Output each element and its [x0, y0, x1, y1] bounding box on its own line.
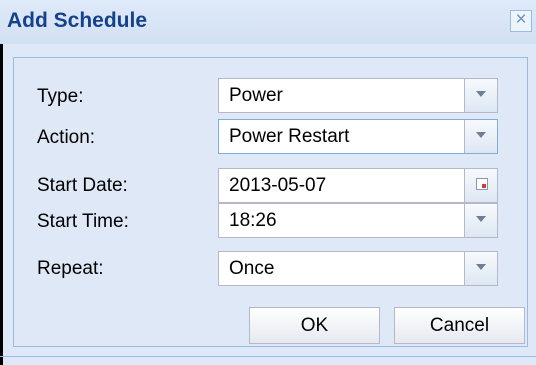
action-dropdown-trigger[interactable]	[464, 120, 497, 153]
add-schedule-dialog: Add Schedule × Type: Power Action: Power…	[0, 0, 536, 365]
action-label: Action:	[37, 127, 96, 148]
dialog-title: Add Schedule	[7, 9, 148, 32]
type-value: Power	[229, 85, 283, 106]
ok-button[interactable]: OK	[249, 307, 380, 344]
window-edge	[0, 0, 3, 365]
start-date-value: 2013-05-07	[229, 175, 327, 196]
repeat-label: Repeat:	[37, 258, 104, 279]
chevron-down-icon	[476, 132, 486, 138]
cancel-button[interactable]: Cancel	[394, 307, 525, 344]
repeat-value: Once	[229, 258, 275, 279]
start-time-select[interactable]: 18:26	[218, 203, 498, 238]
repeat-select[interactable]: Once	[218, 251, 498, 286]
footer-divider	[0, 356, 536, 357]
start-time-value: 18:26	[229, 210, 277, 231]
calendar-icon	[476, 178, 488, 190]
start-time-label: Start Time:	[37, 211, 129, 232]
type-select[interactable]: Power	[218, 78, 498, 113]
start-time-dropdown-trigger[interactable]	[464, 204, 497, 237]
action-value: Power Restart	[229, 126, 350, 147]
chevron-down-icon	[476, 91, 486, 97]
type-label: Type:	[37, 86, 84, 107]
action-select[interactable]: Power Restart	[218, 119, 498, 154]
repeat-dropdown-trigger[interactable]	[464, 252, 497, 285]
chevron-down-icon	[476, 216, 486, 222]
chevron-down-icon	[476, 264, 486, 270]
date-picker-trigger[interactable]	[464, 169, 497, 202]
dialog-titlebar: Add Schedule ×	[0, 0, 536, 44]
close-button[interactable]: ×	[510, 10, 532, 32]
type-dropdown-trigger[interactable]	[464, 79, 497, 112]
start-date-field[interactable]: 2013-05-07	[218, 168, 498, 203]
close-icon: ×	[515, 9, 527, 30]
start-date-label: Start Date:	[37, 175, 128, 196]
